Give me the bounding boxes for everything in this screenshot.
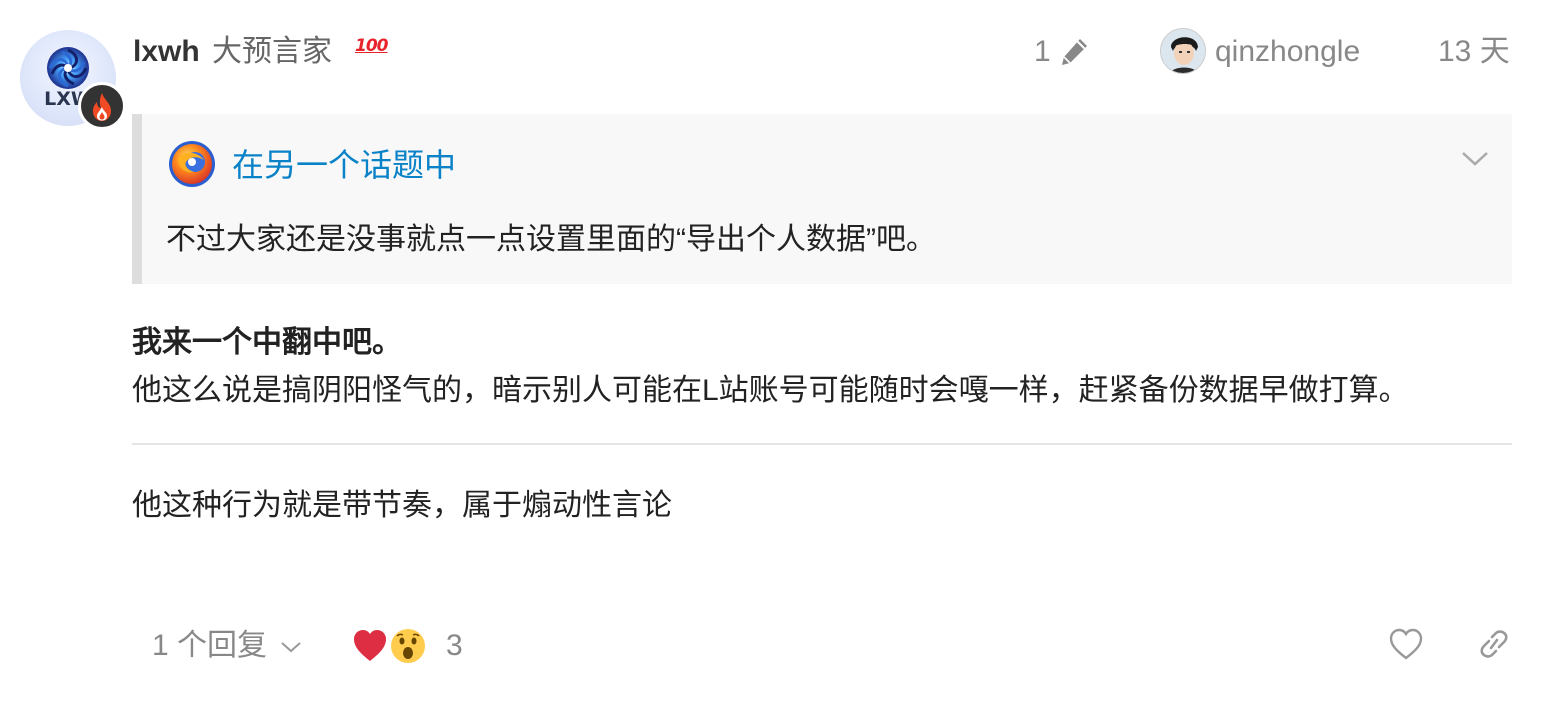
user-avatar-icon <box>1161 29 1205 73</box>
reply-to-username[interactable]: qinzhongle <box>1215 33 1360 71</box>
user-flair <box>78 82 126 130</box>
reactions-count: 3 <box>446 629 463 662</box>
link-icon <box>1480 630 1508 658</box>
post-text-line-2: 他这种行为就是带节奏，属于煽动性言论 <box>132 489 672 522</box>
quote-title-link[interactable]: 在另一个话题中 <box>232 145 456 185</box>
swirl-logo-icon <box>47 47 89 89</box>
quote-avatar[interactable] <box>168 140 216 188</box>
author-username[interactable]: lxwh <box>133 33 200 71</box>
post: LXW lxwh 大预言家 100 1 qinzhongle 13 天 在另一个… <box>0 0 1542 707</box>
quote-block: 在另一个话题中 不过大家还是没事就点一点设置里面的“导出个人数据”吧。 <box>132 114 1512 284</box>
edit-count[interactable]: 1 <box>1034 33 1051 71</box>
share-link-button[interactable] <box>1466 622 1522 668</box>
firefox-avatar-icon <box>169 141 215 187</box>
heart-outline-icon <box>1389 628 1423 660</box>
divider <box>132 443 1512 445</box>
post-text-line: 他这么说是搞阴阳怪气的，暗示别人可能在L站账号可能随时会嘎一样，赶紧备份数据早做… <box>132 374 1409 407</box>
heart-emoji-icon <box>354 630 386 661</box>
quote-text: 不过大家还是没事就点一点设置里面的“导出个人数据”吧。 <box>166 223 936 256</box>
replies-toggle-button[interactable]: 1 个回复 <box>140 620 315 672</box>
replies-label: 1 个回复 <box>152 629 268 662</box>
flame-icon <box>93 93 111 121</box>
pencil-icon[interactable] <box>1058 36 1090 68</box>
reactions-summary[interactable]: 3 <box>352 622 463 670</box>
post-bold-line: 我来一个中翻中吧。 <box>132 326 402 359</box>
reply-to-avatar[interactable] <box>1160 28 1206 74</box>
chevron-down-icon <box>281 642 301 653</box>
chevron-down-icon[interactable] <box>1460 146 1490 170</box>
open-mouth-emoji-icon <box>391 629 425 663</box>
author-title: 大预言家 <box>212 35 332 68</box>
badge-100: 100 <box>355 36 388 56</box>
post-date[interactable]: 13 天 <box>1438 33 1510 71</box>
like-button[interactable] <box>1380 622 1432 668</box>
